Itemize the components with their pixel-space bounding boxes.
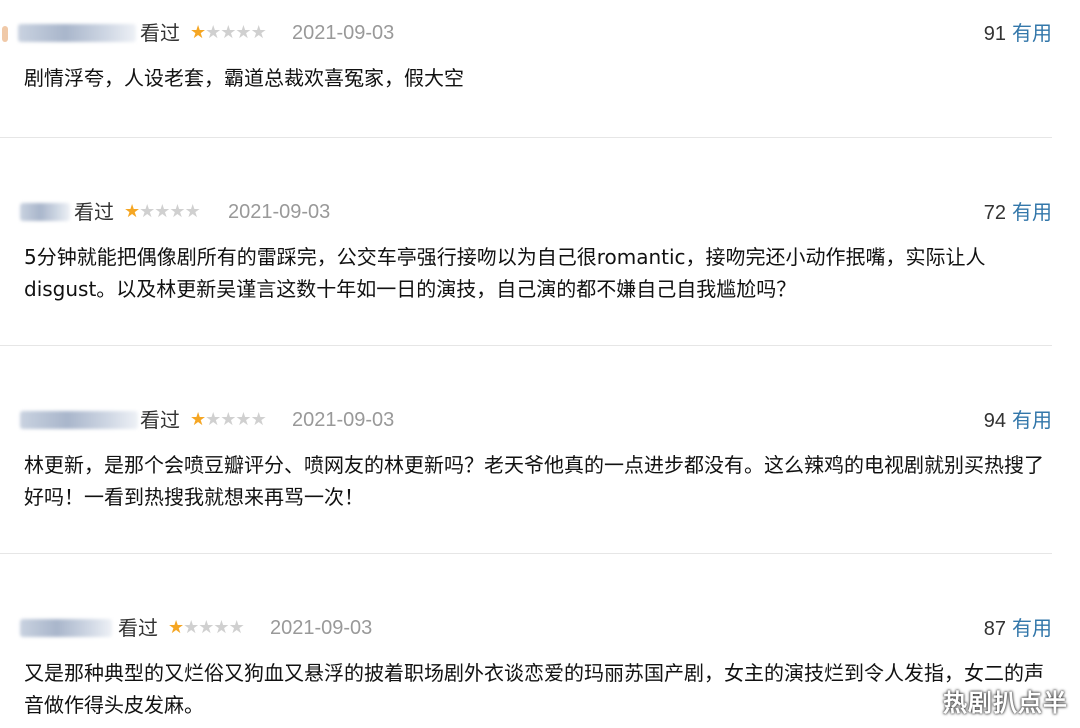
review-header: 看过 ★★★★★ 2021-09-03 87 有用 (0, 613, 1052, 643)
review-header: 看过 ★★★★★ 2021-09-03 91 有用 (0, 18, 1052, 48)
star-empty-icon: ★ (154, 201, 170, 222)
username-blurred[interactable] (20, 619, 112, 637)
review-header: 看过 ★★★★★ 2021-09-03 94 有用 (0, 405, 1052, 435)
review-item: 看过 ★★★★★ 2021-09-03 72 有用 5分钟就能把偶像剧所有的雷踩完… (0, 197, 1052, 337)
useful-button[interactable]: 有用 (1012, 21, 1052, 45)
review-date: 2021-09-03 (292, 22, 395, 44)
useful-count: 94 (983, 410, 1006, 432)
star-empty-icon: ★ (205, 22, 221, 43)
review-content: 林更新，是那个会喷豆瓣评分、喷网友的林更新吗？老天爷他真的一点进步都没有。这么辣… (24, 453, 1044, 509)
review-header: 看过 ★★★★★ 2021-09-03 72 有用 (0, 197, 1052, 227)
star-empty-icon: ★ (213, 617, 229, 638)
star-empty-icon: ★ (235, 22, 251, 43)
review-date: 2021-09-03 (292, 409, 395, 431)
star-empty-icon: ★ (220, 409, 236, 430)
star-empty-icon: ★ (183, 617, 199, 638)
divider (0, 137, 1052, 138)
star-empty-icon: ★ (220, 22, 236, 43)
star-filled-icon: ★ (124, 201, 140, 222)
rating-stars: ★★★★★ (190, 21, 267, 45)
username-blurred[interactable] (20, 411, 138, 429)
star-empty-icon: ★ (250, 22, 267, 43)
useful-count: 91 (983, 23, 1006, 45)
rating-stars: ★★★★★ (190, 408, 267, 432)
review-item: 看过 ★★★★★ 2021-09-03 94 有用 林更新，是那个会喷豆瓣评分、喷… (0, 405, 1052, 545)
review-item: 看过 ★★★★★ 2021-09-03 87 有用 又是那种典型的又烂俗又狗血又悬… (0, 613, 1052, 728)
useful-vote: 94 有用 (984, 408, 1052, 433)
useful-button[interactable]: 有用 (1012, 616, 1052, 640)
rating-stars: ★★★★★ (124, 200, 201, 224)
review-item: 看过 ★★★★★ 2021-09-03 91 有用 剧情浮夸，人设老套，霸道总裁欢… (0, 18, 1052, 128)
divider (0, 345, 1052, 346)
star-empty-icon: ★ (205, 409, 221, 430)
useful-vote: 87 有用 (984, 616, 1052, 641)
watermark-logo: 热剧扒点半 (943, 689, 1068, 717)
watched-label: 看过 (74, 200, 114, 224)
star-filled-icon: ★ (168, 617, 184, 638)
username-blurred[interactable] (20, 203, 70, 221)
review-content: 5分钟就能把偶像剧所有的雷踩完，公交车亭强行接吻以为自己很romantic，接吻… (24, 245, 986, 301)
star-empty-icon: ★ (139, 201, 155, 222)
useful-button[interactable]: 有用 (1012, 408, 1052, 432)
watched-label: 看过 (118, 616, 158, 640)
useful-count: 72 (983, 202, 1006, 224)
review-content: 又是那种典型的又烂俗又狗血又悬浮的披着职场剧外衣谈恋爱的玛丽苏国产剧，女主的演技… (24, 661, 1044, 717)
rating-stars: ★★★★★ (168, 616, 245, 640)
useful-button[interactable]: 有用 (1012, 200, 1052, 224)
star-empty-icon: ★ (198, 617, 214, 638)
star-filled-icon: ★ (190, 22, 206, 43)
review-date: 2021-09-03 (270, 617, 373, 639)
star-empty-icon: ★ (184, 201, 201, 222)
avatar[interactable] (2, 26, 8, 42)
star-empty-icon: ★ (250, 409, 267, 430)
useful-vote: 72 有用 (984, 200, 1052, 225)
star-empty-icon: ★ (235, 409, 251, 430)
username-blurred[interactable] (18, 24, 136, 42)
review-content: 剧情浮夸，人设老套，霸道总裁欢喜冤家，假大空 (24, 66, 464, 90)
star-empty-icon: ★ (228, 617, 245, 638)
watched-label: 看过 (140, 408, 180, 432)
star-empty-icon: ★ (169, 201, 185, 222)
watched-label: 看过 (140, 21, 180, 45)
useful-vote: 91 有用 (984, 21, 1052, 46)
divider (0, 553, 1052, 554)
useful-count: 87 (983, 618, 1006, 640)
review-date: 2021-09-03 (228, 201, 331, 223)
star-filled-icon: ★ (190, 409, 206, 430)
